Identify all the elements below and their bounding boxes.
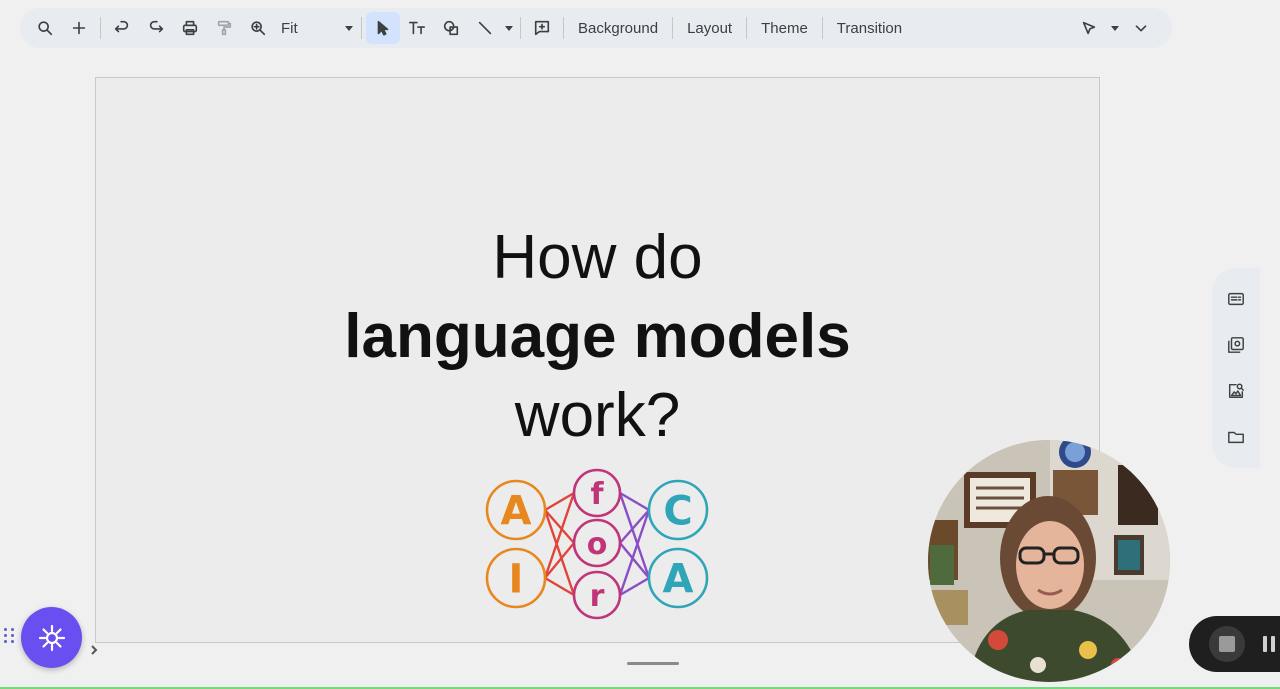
- logo-node-i: I: [485, 547, 547, 609]
- sparkle-gear-icon: [38, 624, 65, 651]
- logo-node-c: C: [647, 479, 709, 541]
- logo-edge: [543, 509, 576, 596]
- redo-button[interactable]: [139, 12, 173, 44]
- logo-edge: [543, 492, 576, 579]
- recording-controls: [1189, 616, 1280, 672]
- text-box-button[interactable]: [400, 12, 434, 44]
- logo-node-o: o: [572, 518, 622, 568]
- folder-button[interactable]: [1222, 423, 1250, 451]
- pointer-dropdown[interactable]: [1108, 12, 1122, 44]
- toolbar-divider: [520, 17, 521, 39]
- toolbar-right: [1072, 12, 1164, 44]
- presenter-video: [928, 440, 1170, 682]
- keep-button[interactable]: [1222, 285, 1250, 313]
- paint-format-button[interactable]: [207, 12, 241, 44]
- toolbar-divider: [563, 17, 564, 39]
- toolbar-divider: [100, 17, 101, 39]
- chevron-down-icon: [1135, 25, 1147, 32]
- print-button[interactable]: [173, 12, 207, 44]
- undo-icon: [114, 20, 129, 33]
- pause-icon: [1263, 636, 1267, 652]
- drag-handle-icon[interactable]: [4, 626, 16, 646]
- transition-button[interactable]: Transition: [827, 13, 912, 43]
- expand-launcher-button[interactable]: [80, 636, 108, 664]
- stop-icon: [1219, 636, 1235, 652]
- collapse-toolbar-button[interactable]: [1124, 12, 1158, 44]
- logo-node-r: r: [572, 570, 622, 620]
- new-slide-button[interactable]: [62, 12, 96, 44]
- laser-pointer-button[interactable]: [1072, 12, 1106, 44]
- zoom-in-icon: [251, 21, 266, 36]
- pointer-icon: [1082, 21, 1096, 35]
- ai-for-ca-logo: AIforCA: [485, 468, 709, 620]
- select-tool-button[interactable]: [366, 12, 400, 44]
- logo-nodes: AIforCA: [485, 468, 709, 620]
- image-search-button[interactable]: [1222, 377, 1250, 405]
- line-icon: [478, 21, 492, 35]
- shape-button[interactable]: [434, 12, 468, 44]
- add-comment-button[interactable]: [525, 12, 559, 44]
- toolbar-divider: [672, 17, 674, 39]
- chevron-down-icon: [505, 25, 513, 31]
- tasks-icon: [1228, 337, 1244, 353]
- logo-letter: A: [501, 488, 532, 534]
- folder-icon: [1228, 431, 1244, 444]
- print-icon: [182, 20, 198, 36]
- undo-button[interactable]: [105, 12, 139, 44]
- logo-letter: C: [663, 488, 692, 534]
- image-search-icon: [1228, 383, 1244, 399]
- logo-edge: [618, 509, 651, 596]
- slide-title[interactable]: How do language models work?: [96, 218, 1099, 455]
- toolbar-divider: [361, 17, 362, 39]
- zoom-button[interactable]: [241, 12, 275, 44]
- filmstrip-resize-handle[interactable]: [627, 662, 679, 665]
- stop-recording-button[interactable]: [1209, 626, 1245, 662]
- logo-node-a: A: [485, 479, 547, 541]
- logo-letter: A: [663, 556, 694, 602]
- logo-edge: [618, 492, 651, 579]
- line-type-dropdown[interactable]: [502, 12, 516, 44]
- extension-launcher-button[interactable]: [21, 607, 82, 668]
- pause-recording-button[interactable]: [1263, 636, 1275, 652]
- title-line-2: language models: [344, 302, 851, 371]
- title-line-3: work?: [514, 381, 681, 450]
- side-panel: [1212, 268, 1260, 468]
- zoom-select[interactable]: Fit: [275, 13, 357, 43]
- chevron-down-icon: [1111, 25, 1119, 31]
- line-button[interactable]: [468, 12, 502, 44]
- shapes-icon: [443, 20, 459, 36]
- zoom-value: Fit: [281, 19, 298, 37]
- logo-node-a: A: [647, 547, 709, 609]
- editor-toolbar: Fit Background Layout Theme Transition: [20, 8, 1172, 48]
- logo-edge: [544, 542, 575, 579]
- chevron-right-icon: [91, 645, 98, 655]
- keep-icon: [1228, 292, 1244, 306]
- layout-button[interactable]: Layout: [677, 13, 742, 43]
- cursor-arrow-icon: [377, 20, 389, 36]
- logo-edge: [619, 542, 650, 579]
- logo-letter: I: [509, 556, 524, 602]
- search-icon: [38, 21, 53, 36]
- redo-icon: [149, 20, 164, 33]
- tasks-button[interactable]: [1222, 331, 1250, 359]
- plus-icon: [72, 21, 86, 35]
- logo-letter: r: [590, 579, 605, 614]
- theme-button[interactable]: Theme: [751, 13, 818, 43]
- background-button[interactable]: Background: [568, 13, 668, 43]
- logo-letter: f: [590, 477, 604, 512]
- title-line-1: How do: [492, 223, 703, 292]
- chevron-down-icon: [345, 25, 353, 31]
- toolbar-divider: [746, 17, 748, 39]
- toolbar-divider: [821, 17, 823, 39]
- logo-node-f: f: [572, 468, 622, 518]
- logo-letter: o: [587, 527, 608, 562]
- add-comment-icon: [534, 20, 550, 36]
- paint-roller-icon: [217, 20, 232, 36]
- search-menus-button[interactable]: [28, 12, 62, 44]
- text-box-icon: [408, 21, 426, 35]
- webcam-bubble[interactable]: [928, 440, 1170, 682]
